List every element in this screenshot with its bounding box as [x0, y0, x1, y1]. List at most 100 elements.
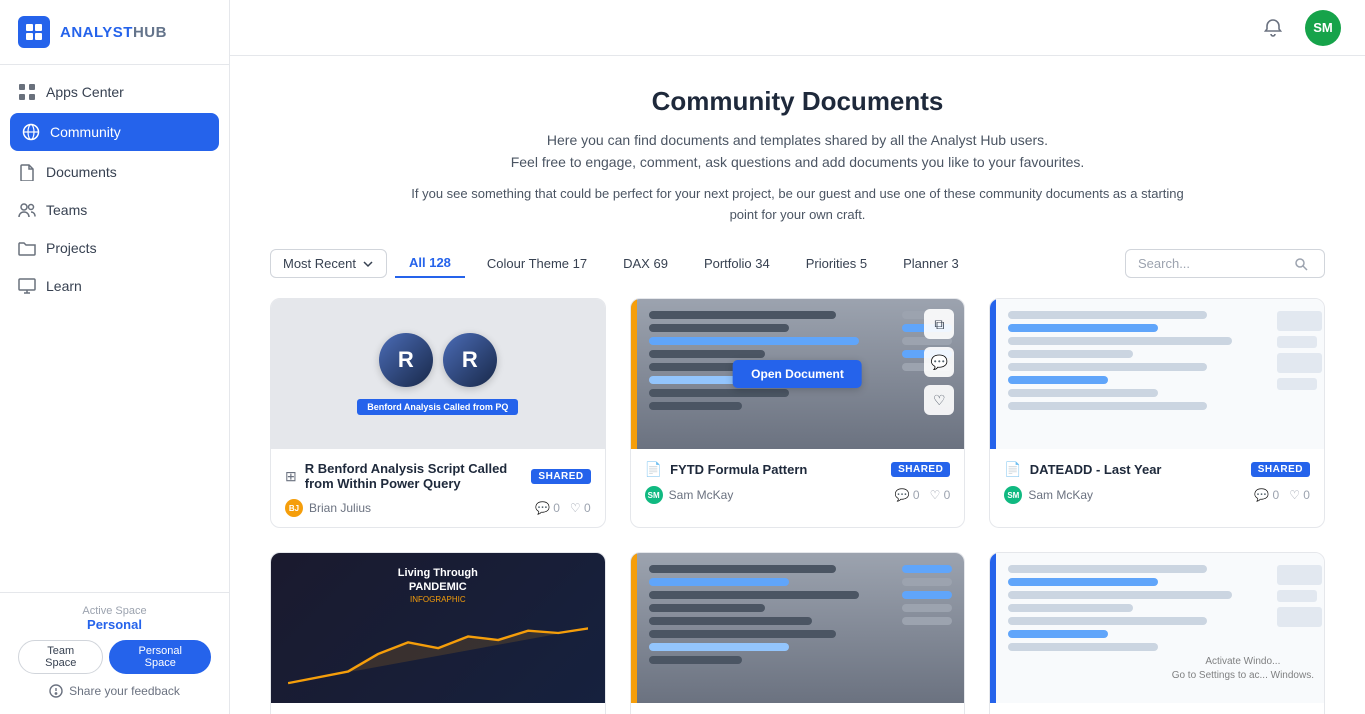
filter-colour-theme[interactable]: Colour Theme 17 [473, 250, 601, 277]
chart-line [649, 643, 789, 651]
sidebar-nav: Apps Center Community Documents Teams [0, 65, 229, 592]
author-avatar-1: BJ [285, 499, 303, 517]
globe-icon [22, 123, 40, 141]
search-input[interactable] [1138, 256, 1288, 271]
doc-card-5[interactable]: 📄 FYTD Formula Pattern 2 SHARED SM Sam M… [630, 552, 966, 714]
doc-author-2: SM Sam McKay [645, 486, 734, 504]
logo: ANALYSTHUB [0, 0, 229, 65]
topbar: SM [230, 0, 1365, 56]
doc-author-row-3: SM Sam McKay 💬 0 ♡ 0 [1004, 486, 1310, 504]
chart-line [649, 617, 813, 625]
doc-line [1008, 337, 1232, 345]
heart-action[interactable]: ♡ [924, 385, 954, 415]
like-stat-1: ♡ 0 [570, 501, 591, 515]
author-name-2: Sam McKay [669, 488, 734, 502]
doc-content [996, 299, 1269, 449]
team-space-button[interactable]: Team Space [18, 640, 103, 674]
doc-line [1008, 389, 1157, 397]
doc-thumbnail-2: Open Document ⧉ 💬 ♡ [631, 299, 965, 449]
doc-line [1008, 363, 1207, 371]
sidebar-item-label: Documents [46, 164, 117, 180]
doc-name-row-1: ⊞ R Benford Analysis Script Called from … [285, 461, 531, 491]
sidebar-item-documents[interactable]: Documents [0, 153, 229, 191]
doc-footer-6: 📄 DATEADD Template SHARED SM Sam McKay 💬… [990, 703, 1324, 714]
toggle [902, 578, 952, 586]
doc-line [1008, 591, 1232, 599]
doc-footer-top-1: ⊞ R Benford Analysis Script Called from … [285, 461, 591, 491]
shared-badge-2: SHARED [891, 462, 950, 477]
doc-line [1008, 350, 1132, 358]
filter-priorities[interactable]: Priorities 5 [792, 250, 881, 277]
copy-action[interactable]: ⧉ [924, 309, 954, 339]
doc-line [1008, 324, 1157, 332]
user-avatar[interactable]: SM [1305, 10, 1341, 46]
file-icon-3: 📄 [1004, 461, 1021, 478]
sidebar-item-community[interactable]: Community [10, 113, 219, 151]
doc-thumbnail-6: Activate Windo... Go to Settings to ac..… [990, 553, 1324, 703]
personal-space-button[interactable]: Personal Space [109, 640, 211, 674]
comment-action[interactable]: 💬 [924, 347, 954, 377]
sidebar-item-label: Learn [46, 278, 82, 294]
doc-card-2[interactable]: Open Document ⧉ 💬 ♡ 📄 FYTD Formula Patte… [630, 298, 966, 528]
open-document-button[interactable]: Open Document [733, 360, 862, 388]
doc-block [1277, 336, 1317, 348]
doc-thumbnail-1: R R Benford Analysis Called from PQ [271, 299, 605, 449]
chart-line [649, 402, 742, 410]
sidebar-item-projects[interactable]: Projects [0, 229, 229, 267]
chart-line [649, 324, 789, 332]
sidebar-item-apps-center[interactable]: Apps Center [0, 73, 229, 111]
toggle [902, 565, 952, 573]
doc-line [1008, 643, 1157, 651]
doc-name-3: DATEADD - Last Year [1030, 462, 1162, 477]
page-description: If you see something that could be perfe… [408, 184, 1188, 226]
doc-content-6 [996, 553, 1269, 703]
doc-block [1277, 590, 1317, 602]
doc-line [1008, 402, 1207, 410]
logo-text: ANALYSTHUB [60, 24, 167, 41]
notification-bell[interactable] [1257, 12, 1289, 44]
doc-card-6[interactable]: Activate Windo... Go to Settings to ac..… [989, 552, 1325, 714]
folder-icon [18, 239, 36, 257]
doc-block [1277, 565, 1322, 585]
doc-author-row-1: BJ Brian Julius 💬 0 ♡ 0 [285, 499, 591, 517]
doc-card-4[interactable]: Living ThroughPANDEMIC INFOGRAPHIC 📄 Liv… [270, 552, 606, 714]
sidebar-item-label: Projects [46, 240, 97, 256]
active-space-label: Active Space [18, 605, 211, 617]
main-area: SM Community Documents Here you can find… [230, 0, 1365, 714]
doc-thumbnail-3 [990, 299, 1324, 449]
sort-dropdown[interactable]: Most Recent [270, 249, 387, 278]
chart-line [649, 337, 859, 345]
sidebar-item-label: Apps Center [46, 84, 124, 100]
filter-portfolio[interactable]: Portfolio 34 [690, 250, 784, 277]
sidebar: ANALYSTHUB Apps Center Community Documen… [0, 0, 230, 714]
author-avatar-2: SM [645, 486, 663, 504]
sidebar-item-label: Teams [46, 202, 87, 218]
file-icon [18, 163, 36, 181]
chart-line [649, 630, 836, 638]
doc-card-1[interactable]: R R Benford Analysis Called from PQ ⊞ R … [270, 298, 606, 528]
filter-all[interactable]: All 128 [395, 249, 465, 278]
monitor-icon [18, 277, 36, 295]
pandemic-graph [288, 619, 588, 689]
sidebar-item-learn[interactable]: Learn [0, 267, 229, 305]
filter-dax[interactable]: DAX 69 [609, 250, 682, 277]
logo-icon [18, 16, 50, 48]
doc-thumbnail-5 [631, 553, 965, 703]
filter-planner[interactable]: Planner 3 [889, 250, 973, 277]
page-title: Community Documents [270, 86, 1325, 117]
share-feedback[interactable]: Share your feedback [18, 684, 211, 698]
file-icon-2: 📄 [645, 461, 662, 478]
doc-author-row-2: SM Sam McKay 💬 0 ♡ 0 [645, 486, 951, 504]
doc-author-3: SM Sam McKay [1004, 486, 1093, 504]
active-space-name: Personal [18, 617, 211, 632]
doc-footer-top-3: 📄 DATEADD - Last Year SHARED [1004, 461, 1310, 478]
doc-right-6 [1269, 553, 1324, 703]
sidebar-item-label: Community [50, 124, 121, 140]
comment-stat-3: 💬 0 [1254, 488, 1279, 502]
doc-line [1008, 604, 1132, 612]
doc-card-3[interactable]: 📄 DATEADD - Last Year SHARED SM Sam McKa… [989, 298, 1325, 528]
sidebar-item-teams[interactable]: Teams [0, 191, 229, 229]
space-toggle: Team Space Personal Space [18, 640, 211, 674]
doc-right [1269, 299, 1324, 449]
author-name-3: Sam McKay [1028, 488, 1093, 502]
